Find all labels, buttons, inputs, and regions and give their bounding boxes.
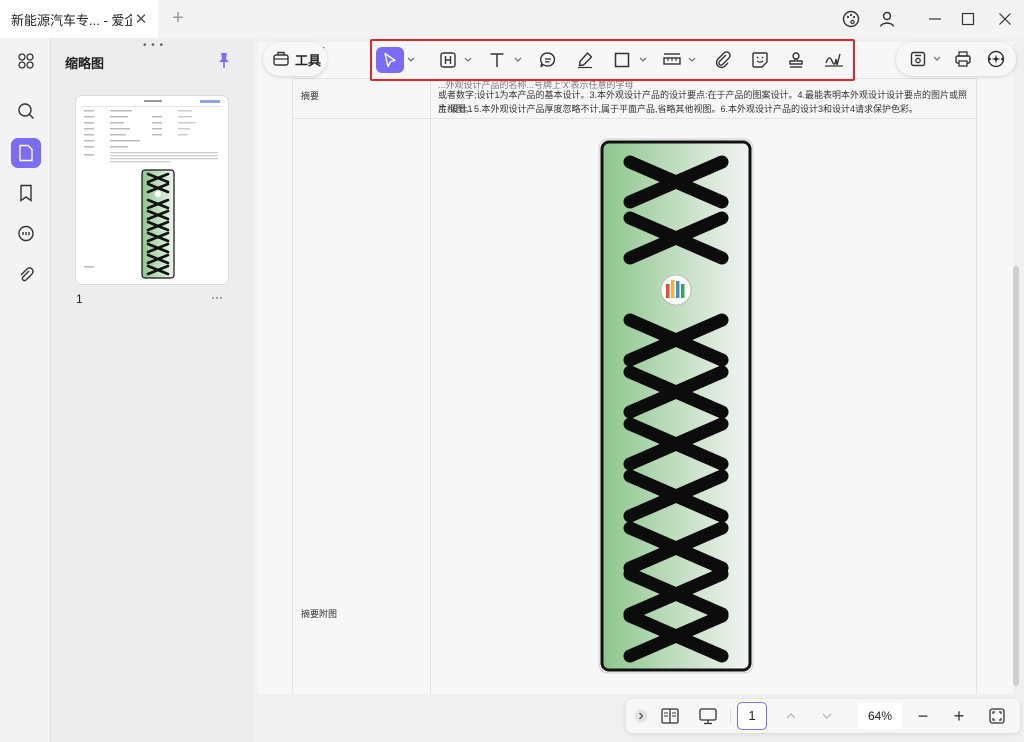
comment-icon[interactable] — [11, 219, 41, 249]
text-icon[interactable] — [484, 47, 510, 73]
ai-assistant-icon[interactable] — [984, 46, 1008, 72]
vertical-scrollbar[interactable] — [1013, 266, 1019, 686]
shape-dropdown-chevron-icon[interactable] — [639, 53, 647, 67]
print-icon[interactable] — [951, 46, 975, 72]
thumbnail-more-icon[interactable]: ··· — [211, 290, 223, 304]
thumbnail-page-icon[interactable] — [11, 138, 41, 168]
save-icon[interactable] — [906, 46, 930, 72]
save-dropdown-chevron-icon[interactable] — [933, 52, 941, 66]
tab-close-icon[interactable]: ✕ — [132, 10, 150, 28]
tools-button[interactable]: 工具 — [263, 42, 327, 76]
zoom-level-input[interactable]: 64% — [858, 703, 902, 729]
toolbox-icon — [272, 49, 290, 70]
fit-page-icon[interactable] — [984, 699, 1010, 733]
tools-label: 工具 — [295, 52, 322, 68]
license-plate-image — [598, 138, 754, 674]
expand-icon[interactable] — [630, 699, 652, 733]
next-page-icon[interactable] — [814, 699, 840, 733]
attachment-icon[interactable] — [11, 260, 41, 290]
previous-page-icon[interactable] — [778, 699, 804, 733]
pin-icon[interactable] — [215, 51, 233, 69]
document-tab[interactable]: 新能源汽车专... - 爱企查 ✕ — [0, 0, 158, 38]
zoom-in-icon[interactable]: + — [948, 699, 970, 733]
measure-dropdown-chevron-icon[interactable] — [688, 53, 696, 67]
comment-bubble-icon[interactable] — [535, 47, 561, 73]
zoom-out-icon[interactable]: − — [912, 699, 934, 733]
left-rail — [0, 38, 50, 742]
panel-grip[interactable]: • • • — [143, 40, 164, 51]
document-viewer[interactable]: 态 摘要 ...外观设计产品的名称...号牌上'X'表示任意的字母 或者数字;设… — [257, 38, 1024, 742]
highlighter-icon[interactable] — [572, 47, 598, 73]
thumbnail-page-number: 1 — [76, 292, 83, 306]
presentation-icon[interactable] — [694, 699, 722, 733]
attachment-icon[interactable] — [710, 47, 736, 73]
tab-title: 新能源汽车专... - 爱企查 — [11, 12, 132, 28]
rectangle-icon[interactable] — [609, 47, 635, 73]
thumbnail-panel-title: 缩略图 — [65, 56, 105, 71]
annotation-toolbar — [370, 39, 855, 81]
abstract-line-3: 主视图。5.本外观设计产品厚度忽略不计,属于平面产品,省略其他视图。6.本外观设… — [438, 104, 919, 114]
page-navigation-bar: 1 64% − + — [626, 699, 1020, 733]
title-bar: 新能源汽车专... - 爱企查 ✕ + — [0, 0, 1024, 38]
document-page: 态 摘要 ...外观设计产品的名称...号牌上'X'表示任意的字母 或者数字;设… — [258, 42, 1013, 694]
two-page-view-icon[interactable] — [656, 699, 684, 733]
measure-icon[interactable] — [659, 47, 685, 73]
page-number-input[interactable]: 1 — [737, 702, 767, 730]
new-tab-button[interactable]: + — [168, 8, 188, 28]
minimize-icon[interactable] — [922, 6, 948, 32]
close-icon[interactable] — [992, 6, 1018, 32]
bookmark-icon[interactable] — [11, 178, 41, 208]
user-icon[interactable] — [875, 6, 899, 32]
page-thumbnail[interactable] — [76, 96, 228, 284]
maximize-icon[interactable] — [955, 6, 981, 32]
palette-icon[interactable] — [839, 6, 863, 32]
stamp-icon[interactable] — [783, 47, 809, 73]
apps-icon[interactable] — [11, 46, 41, 76]
thumbnail-panel: • • • 缩略图 1 ··· — [50, 38, 254, 742]
sticker-icon[interactable] — [747, 47, 773, 73]
row-label-abstract-figure: 摘要附图 — [301, 609, 338, 619]
select-icon[interactable] — [376, 47, 404, 73]
row-label-abstract: 摘要 — [301, 91, 320, 101]
select-dropdown-chevron-icon[interactable] — [407, 53, 415, 67]
text-dropdown-chevron-icon[interactable] — [514, 53, 522, 67]
search-icon[interactable] — [11, 96, 41, 126]
text-box-dropdown-chevron-icon[interactable] — [464, 53, 472, 67]
text-box-icon[interactable] — [435, 47, 461, 73]
file-actions-pill — [896, 42, 1016, 76]
signature-icon[interactable] — [821, 47, 847, 73]
emblem-icon — [660, 274, 692, 306]
